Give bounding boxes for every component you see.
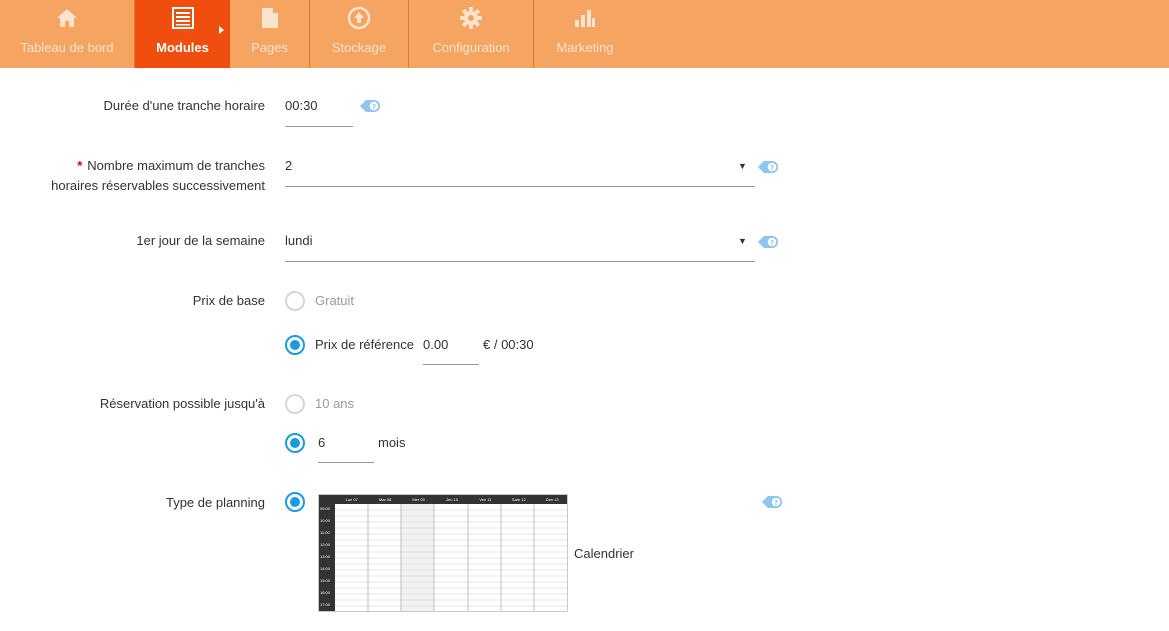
reference-price-input[interactable]: 0.00 <box>423 336 448 354</box>
nav-label: Pages <box>251 40 288 55</box>
nav-stockage[interactable]: Stockage <box>310 0 409 68</box>
calendar-day: Mar 08 <box>378 497 392 502</box>
calendar-option-label: Calendrier <box>574 546 634 561</box>
calendar-preview-image[interactable]: Lun 07 Mar 08 Mer 09 Jeu 10 Ven 11 Sam 1… <box>318 494 568 612</box>
reference-price-suffix: € / 00:30 <box>483 337 534 352</box>
max-slots-label-line2: horaires réservables successivement <box>51 178 265 193</box>
radio-years[interactable] <box>285 394 305 414</box>
modules-icon <box>171 5 195 31</box>
nav-marketing[interactable]: Marketing <box>534 0 636 68</box>
page-icon <box>258 5 282 31</box>
gear-icon <box>459 5 483 31</box>
nav-label: Configuration <box>432 40 510 55</box>
max-slots-underline <box>285 186 755 187</box>
bar-chart-icon <box>573 5 597 31</box>
nav-label: Marketing <box>556 40 614 55</box>
calendar-preview-hours: 09:00 10:00 11:00 12:00 13:00 14:00 15:0… <box>319 504 335 611</box>
dropdown-caret-icon[interactable]: ▼ <box>738 236 747 246</box>
nav-label: Tableau de bord <box>20 40 114 55</box>
svg-text:?: ? <box>372 103 376 111</box>
base-price-label: Prix de base <box>192 293 265 308</box>
calendar-day: Mer 09 <box>412 497 425 502</box>
max-slots-label: * Nombre maximum de tranches horaires rés… <box>0 156 265 196</box>
first-day-select[interactable]: lundi <box>285 233 312 248</box>
calendar-hour: 13:00 <box>320 554 331 559</box>
radio-free-label: Gratuit <box>315 293 355 308</box>
radio-months[interactable] <box>285 433 305 453</box>
svg-text:?: ? <box>774 499 778 507</box>
svg-text:?: ? <box>770 164 774 172</box>
nav-tableau-de-bord[interactable]: Tableau de bord <box>0 0 135 68</box>
required-mark: * <box>77 158 83 173</box>
radio-years-label: 10 ans <box>315 396 355 411</box>
calendar-hour: 17:00 <box>320 602 331 607</box>
slot-duration-input[interactable]: 00:30 <box>285 98 318 113</box>
first-day-label: 1er jour de la semaine <box>136 233 265 248</box>
calendar-hour: 14:00 <box>320 566 331 571</box>
months-input[interactable]: 6 <box>318 434 325 452</box>
slot-duration-label: Durée d'une tranche horaire <box>103 98 265 113</box>
help-icon[interactable]: ? <box>360 97 384 115</box>
dropdown-caret-icon[interactable]: ▼ <box>738 161 747 171</box>
calendar-day: Jeu 10 <box>445 497 458 502</box>
nav-label: Stockage <box>331 40 387 55</box>
help-icon[interactable]: ? <box>762 493 786 511</box>
max-slots-select[interactable]: 2 <box>285 158 292 173</box>
home-icon <box>55 5 79 31</box>
max-slots-label-line1: Nombre maximum de tranches <box>87 158 265 173</box>
first-day-underline <box>285 261 755 262</box>
calendar-hour: 09:00 <box>320 506 331 511</box>
slot-duration-underline <box>285 126 353 127</box>
booking-limit-label: Réservation possible jusqu'à <box>99 396 265 411</box>
upload-icon <box>347 5 371 31</box>
radio-free[interactable] <box>285 291 305 311</box>
radio-calendar[interactable] <box>285 492 305 512</box>
active-arrow-icon <box>219 26 224 34</box>
planning-type-label: Type de planning <box>165 495 265 510</box>
calendar-preview-grid <box>335 504 567 611</box>
svg-text:?: ? <box>770 239 774 247</box>
nav-configuration[interactable]: Configuration <box>409 0 534 68</box>
calendar-day: Sam 12 <box>511 497 526 502</box>
reference-price-underline <box>423 364 479 365</box>
calendar-day: Dim 13 <box>545 497 559 502</box>
nav-modules[interactable]: Modules <box>135 0 230 68</box>
help-icon[interactable]: ? <box>758 158 782 176</box>
help-icon[interactable]: ? <box>758 233 782 251</box>
calendar-hour: 11:00 <box>320 530 330 535</box>
months-underline <box>318 462 374 463</box>
radio-reference-price[interactable] <box>285 335 305 355</box>
calendar-preview-header: Lun 07 Mar 08 Mer 09 Jeu 10 Ven 11 Sam 1… <box>319 495 567 504</box>
nav-label: Modules <box>156 40 209 55</box>
top-nav: Tableau de bord Modules Pages Stockage C… <box>0 0 1169 68</box>
nav-pages[interactable]: Pages <box>230 0 310 68</box>
calendar-hour: 16:00 <box>320 590 331 595</box>
calendar-hour: 10:00 <box>320 518 331 523</box>
calendar-day: Lun 07 <box>345 497 358 502</box>
months-suffix: mois <box>378 435 406 450</box>
calendar-day: Ven 11 <box>479 497 492 502</box>
calendar-hour: 15:00 <box>320 578 331 583</box>
radio-reference-label: Prix de référence <box>315 337 414 352</box>
calendar-hour: 12:00 <box>320 542 331 547</box>
